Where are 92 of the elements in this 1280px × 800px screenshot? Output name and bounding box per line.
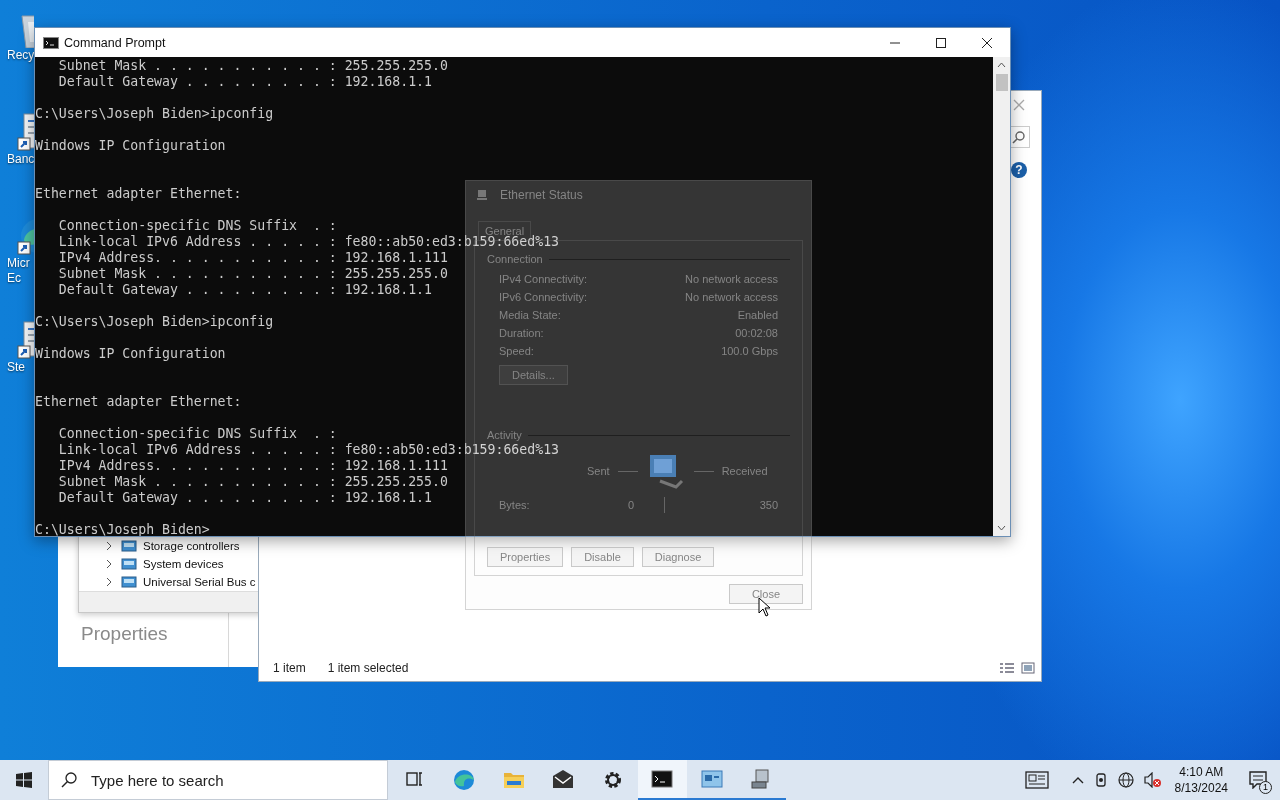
tree-item[interactable]: System devices	[143, 558, 224, 570]
scrollbar[interactable]	[993, 57, 1010, 536]
terminal-icon	[43, 36, 59, 49]
envelope-icon	[552, 769, 575, 791]
globe-icon[interactable]	[1117, 772, 1134, 788]
clock-date: 8/13/2024	[1174, 780, 1228, 796]
window-title: Command Prompt	[64, 35, 166, 50]
scroll-thumb[interactable]	[995, 74, 1008, 91]
tree-item[interactable]: Storage controllers	[143, 540, 240, 552]
scroll-down-icon	[997, 525, 1006, 531]
dialog-button[interactable]: Diagnose	[641, 547, 715, 567]
field-value: 100.0 Gbps	[720, 345, 778, 357]
console-line: Default Gateway . . . . . . . . . : 192.168.1.1	[57, 282, 432, 298]
speech-bubble-icon	[1249, 771, 1267, 789]
scroll-up-icon	[997, 62, 1006, 68]
device-icon[interactable]	[1093, 772, 1108, 788]
field-label: Speed:	[499, 345, 535, 357]
field-value: Enabled	[736, 309, 778, 321]
console-line: Default Gateway . . . . . . . . . : 192.168.1.1	[57, 74, 432, 90]
dialog-title: Ethernet Status	[500, 188, 583, 202]
icon-label: Micr	[6, 256, 30, 271]
console-line: Subnet Mask . . . . . . . . . . . : 255.255.255.0	[57, 58, 448, 74]
field-label: Media State:	[499, 309, 562, 321]
console-line: IPv4 Address. . . . . . . . . . . : 192.168.1.111	[57, 458, 448, 474]
search-icon	[1012, 130, 1026, 144]
field-value: No network access	[685, 291, 778, 303]
group-label: Connection	[487, 253, 543, 265]
network-window-icon	[700, 768, 723, 790]
notifications-button[interactable]: 1	[1236, 760, 1280, 800]
close-icon[interactable]	[1012, 98, 1026, 112]
field-label: IPv4 Connectivity:	[499, 273, 589, 285]
device-icon	[121, 557, 137, 571]
clock-time: 4:10 AM	[1179, 764, 1224, 780]
speaker-muted-icon[interactable]	[1143, 772, 1162, 788]
clock[interactable]: 4:10 AM 8/13/2024	[1166, 764, 1236, 796]
item-count: 1 item	[273, 661, 306, 675]
icon-label: Ec	[6, 271, 21, 286]
console-line: Connection-specific DNS Suffix . :	[57, 426, 337, 442]
console-line: C:\Users\Joseph Biden>	[35, 522, 210, 536]
console-line: C:\Users\Joseph Biden>ipconfig	[35, 106, 274, 122]
search-bar[interactable]: Type here to search	[48, 760, 388, 800]
bytes-label: Bytes:	[499, 499, 530, 511]
received-label: Received	[721, 465, 768, 477]
network-icon	[476, 189, 488, 201]
panel-title: Properties	[80, 622, 169, 645]
bytes-received: 350	[759, 499, 778, 511]
icon-label: Recy	[6, 48, 35, 63]
console-line: IPv4 Address. . . . . . . . . . . : 192.168.1.111	[57, 250, 448, 266]
search-icon	[61, 772, 77, 788]
bytes-sent: 0	[627, 499, 635, 511]
group-label: Activity	[487, 429, 522, 441]
dialog-button[interactable]: Disable	[571, 547, 634, 567]
expand-caret-icon[interactable]	[105, 577, 113, 587]
field-label: Duration:	[499, 327, 545, 339]
icon-label: Banc	[6, 152, 35, 167]
console-line: Subnet Mask . . . . . . . . . . . : 255.255.255.0	[57, 474, 448, 490]
console-line: Subnet Mask . . . . . . . . . . . : 255.255.255.0	[57, 266, 448, 282]
console-line: Ethernet adapter Ethernet:	[35, 394, 242, 410]
details-view-icon[interactable]	[999, 662, 1015, 674]
taskbar-button[interactable]	[637, 760, 687, 800]
console-line: Ethernet adapter Ethernet:	[35, 186, 242, 202]
console-line: Windows IP Configuration	[35, 346, 226, 362]
console-line: Default Gateway . . . . . . . . . : 192.168.1.1	[57, 490, 432, 506]
large-icons-view-icon[interactable]	[1021, 662, 1035, 674]
close-icon	[982, 37, 992, 48]
device-icon	[121, 539, 137, 553]
console-line: Connection-specific DNS Suffix . :	[57, 218, 337, 234]
maximize-icon	[936, 37, 946, 48]
expand-caret-icon[interactable]	[105, 541, 113, 551]
console-line: Link-local IPv6 Address . . . . . : fe80::ab50:ed3:b159:66ed%13	[57, 442, 559, 458]
windows-logo-icon	[16, 772, 32, 788]
sent-label: Sent	[587, 465, 610, 477]
console-line: C:\Users\Joseph Biden>ipconfig	[35, 314, 274, 330]
icon-label: Ste	[6, 360, 25, 375]
expand-caret-icon[interactable]	[105, 559, 113, 569]
field-value: 00:02:08	[734, 327, 778, 339]
dialog-button[interactable]: Properties	[487, 547, 564, 567]
device-icon	[121, 575, 137, 589]
terminal-icon	[651, 768, 674, 790]
field-value: No network access	[685, 273, 778, 285]
news-icon[interactable]	[1024, 771, 1049, 789]
tree-item[interactable]: Universal Serial Bus c	[143, 576, 256, 588]
cursor-icon	[758, 597, 771, 617]
search-field[interactable]: Type here to search	[89, 770, 373, 790]
selection-count: 1 item selected	[327, 661, 409, 675]
console-line: Windows IP Configuration	[35, 138, 226, 154]
browser-icon	[453, 769, 476, 791]
help-button[interactable]: ?	[1011, 162, 1027, 178]
close-button[interactable]: Close	[728, 584, 803, 604]
chevron-up-icon[interactable]	[1071, 776, 1084, 784]
field-label: IPv6 Connectivity:	[499, 291, 589, 303]
notification-count: 1	[1259, 781, 1272, 794]
